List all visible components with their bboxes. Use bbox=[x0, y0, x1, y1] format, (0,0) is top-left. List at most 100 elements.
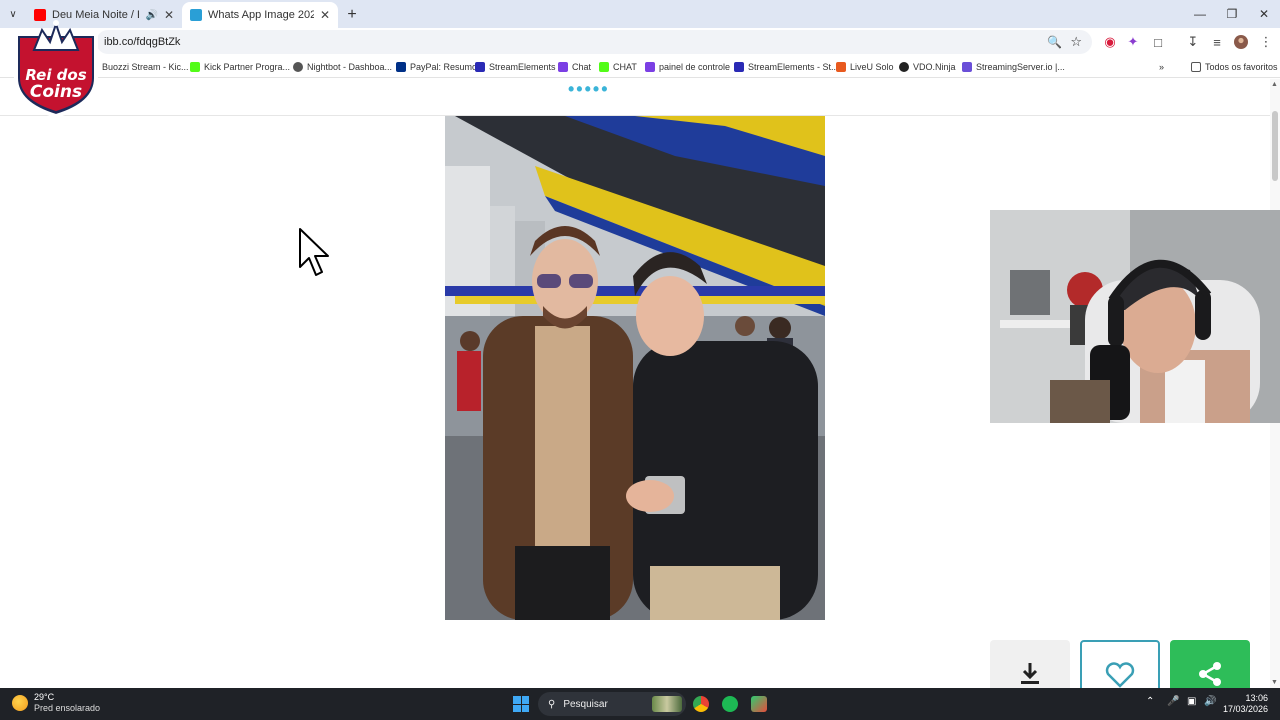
spotify-icon[interactable] bbox=[722, 696, 738, 712]
streamer-webcam bbox=[990, 210, 1280, 423]
vdoninja-icon bbox=[899, 62, 909, 72]
taskbar-search[interactable]: ⚲ Pesquisar bbox=[538, 692, 686, 716]
bookmark-label: LiveU Solo bbox=[850, 62, 894, 72]
nightbot-icon bbox=[293, 62, 303, 72]
bookmark-label: Buozzi Stream - Kic... bbox=[102, 62, 189, 72]
address-bar[interactable]: ibb.co/fdqgBtZk 🔍 ☆ bbox=[96, 30, 1092, 54]
bookmark-label: Kick Partner Progra... bbox=[204, 62, 291, 72]
reading-list-icon[interactable]: ≡ bbox=[1209, 34, 1225, 50]
downloads-icon[interactable]: ↧ bbox=[1185, 34, 1201, 50]
windows-start-icon[interactable] bbox=[513, 696, 529, 712]
bookmark-item[interactable]: Nightbot - Dashboa... bbox=[293, 60, 392, 74]
bookmark-label: StreamElements - St... bbox=[748, 62, 839, 72]
close-tab-icon[interactable]: ✕ bbox=[320, 8, 330, 22]
weather-widget[interactable]: 29°C Pred ensolarado bbox=[12, 692, 100, 714]
chat-icon bbox=[558, 62, 568, 72]
tab-imgbb[interactable]: Whats App Image 2026 03 17 ✕ bbox=[182, 2, 338, 28]
scroll-up-icon[interactable]: ▲ bbox=[1271, 81, 1278, 88]
browser-toolbar: ibb.co/fdqgBtZk 🔍 ☆ ◉ ✦ □ ↧ ≡ ⋮ bbox=[0, 28, 1280, 56]
bookmark-label: StreamingServer.io |... bbox=[976, 62, 1065, 72]
close-tab-icon[interactable]: ✕ bbox=[164, 8, 174, 22]
bookmark-item[interactable]: Kick Partner Progra... bbox=[190, 60, 290, 74]
rei-dos-coins-logo: Rei dos Coins bbox=[12, 16, 100, 119]
new-tab-button[interactable]: + bbox=[338, 2, 366, 28]
photo-illustration bbox=[445, 116, 825, 620]
bookmarks-bar: Buozzi Stream - Kic... Kick Partner Prog… bbox=[0, 56, 1280, 78]
bookmark-item[interactable]: CHAT bbox=[599, 60, 637, 74]
url-text[interactable]: ibb.co/fdqgBtZk bbox=[104, 36, 180, 48]
more-bookmarks-chevron-icon[interactable]: » bbox=[1159, 60, 1164, 74]
avatar-icon bbox=[1234, 35, 1248, 49]
app-icon[interactable] bbox=[751, 696, 767, 712]
paypal-icon bbox=[396, 62, 406, 72]
search-placeholder: Pesquisar bbox=[563, 698, 608, 710]
download-button[interactable] bbox=[990, 640, 1070, 688]
heart-icon bbox=[1105, 662, 1135, 688]
all-bookmarks-label: Todos os favoritos bbox=[1205, 62, 1278, 72]
logo-line-2: Coins bbox=[29, 82, 83, 102]
webcam-illustration bbox=[990, 210, 1280, 423]
liveu-icon bbox=[836, 62, 846, 72]
bookmark-label: Chat bbox=[572, 62, 592, 72]
bookmark-label: StreamElements bbox=[489, 62, 556, 72]
search-icon: ⚲ bbox=[548, 698, 556, 710]
weather-description: Pred ensolarado bbox=[34, 703, 101, 713]
menu-kebab-icon[interactable]: ⋮ bbox=[1258, 34, 1274, 50]
volume-icon[interactable]: 🔊 bbox=[1204, 696, 1216, 707]
speaker-icon[interactable]: 🔊 bbox=[145, 10, 157, 21]
favorite-button[interactable] bbox=[1080, 640, 1160, 688]
scrollbar-thumb[interactable] bbox=[1272, 111, 1278, 181]
tab-title: Whats App Image 2026 03 17 bbox=[208, 9, 314, 21]
share-button[interactable] bbox=[1170, 640, 1250, 688]
zoom-icon[interactable]: 🔍 bbox=[1047, 35, 1062, 49]
bookmark-item[interactable]: painel de controle bbox=[645, 60, 730, 74]
close-window-icon[interactable]: ✕ bbox=[1248, 0, 1280, 28]
sun-icon bbox=[12, 695, 28, 711]
folder-icon bbox=[1191, 62, 1201, 72]
bookmark-label: PayPal: Resumo bbox=[410, 62, 478, 72]
windows-taskbar: 29°C Pred ensolarado ⚲ Pesquisar ⌃ 🎤 ▣ 🔊… bbox=[0, 688, 1280, 720]
chrome-icon[interactable] bbox=[693, 696, 709, 712]
imgbb-icon bbox=[190, 9, 202, 21]
bookmark-item[interactable]: Buozzi Stream - Kic... bbox=[88, 60, 189, 74]
download-icon bbox=[1021, 663, 1039, 684]
extension-purple-icon[interactable]: ✦ bbox=[1125, 34, 1141, 50]
streamingserver-icon bbox=[962, 62, 972, 72]
panel-icon bbox=[645, 62, 655, 72]
bookmark-star-icon[interactable]: ☆ bbox=[1070, 34, 1082, 50]
clock-time: 13:06 bbox=[1245, 693, 1268, 703]
scroll-down-icon[interactable]: ▼ bbox=[1271, 679, 1278, 686]
site-logo-partial[interactable]: ••••• bbox=[568, 79, 610, 100]
streamelements-icon bbox=[475, 62, 485, 72]
profile-avatar[interactable] bbox=[1233, 34, 1249, 50]
share-icon bbox=[1199, 662, 1221, 686]
microphone-icon[interactable]: 🎤 bbox=[1167, 696, 1179, 707]
bookmark-label: CHAT bbox=[613, 62, 637, 72]
extension-red-icon[interactable]: ◉ bbox=[1102, 34, 1118, 50]
tray-chevron-up-icon[interactable]: ⌃ bbox=[1146, 696, 1154, 707]
bookmark-label: Nightbot - Dashboa... bbox=[307, 62, 393, 72]
clock-date: 17/03/2026 bbox=[1222, 704, 1268, 714]
bookmark-label: VDO.Ninja bbox=[913, 62, 956, 72]
kick-icon bbox=[190, 62, 200, 72]
bookmark-item[interactable]: StreamingServer.io |... bbox=[962, 60, 1065, 74]
system-clock[interactable]: 13:06 17/03/2026 bbox=[1223, 693, 1268, 715]
temperature: 29°C bbox=[34, 692, 55, 702]
network-icon[interactable]: ▣ bbox=[1187, 696, 1196, 707]
bookmark-label: painel de controle bbox=[659, 62, 731, 72]
shared-photo[interactable] bbox=[445, 116, 825, 620]
bookmark-item[interactable]: VDO.Ninja bbox=[899, 60, 956, 74]
minimize-icon[interactable]: — bbox=[1184, 0, 1216, 28]
tab-strip: ∨ Deu Meia Noite / Eu amei 🔊 ✕ Whats App… bbox=[0, 0, 1280, 28]
bookmark-item[interactable]: StreamElements bbox=[475, 60, 556, 74]
bookmark-item[interactable]: LiveU Solo bbox=[836, 60, 894, 74]
bookmark-item[interactable]: StreamElements - St... bbox=[734, 60, 839, 74]
search-highlight-image bbox=[652, 696, 682, 712]
restore-icon[interactable]: ❐ bbox=[1216, 0, 1248, 28]
bookmark-item[interactable]: PayPal: Resumo bbox=[396, 60, 477, 74]
bookmark-item[interactable]: Chat bbox=[558, 60, 591, 74]
streamelements-icon bbox=[734, 62, 744, 72]
mouse-cursor-icon bbox=[298, 227, 332, 282]
all-bookmarks-button[interactable]: Todos os favoritos bbox=[1191, 60, 1278, 74]
extensions-puzzle-icon[interactable]: □ bbox=[1150, 34, 1166, 50]
